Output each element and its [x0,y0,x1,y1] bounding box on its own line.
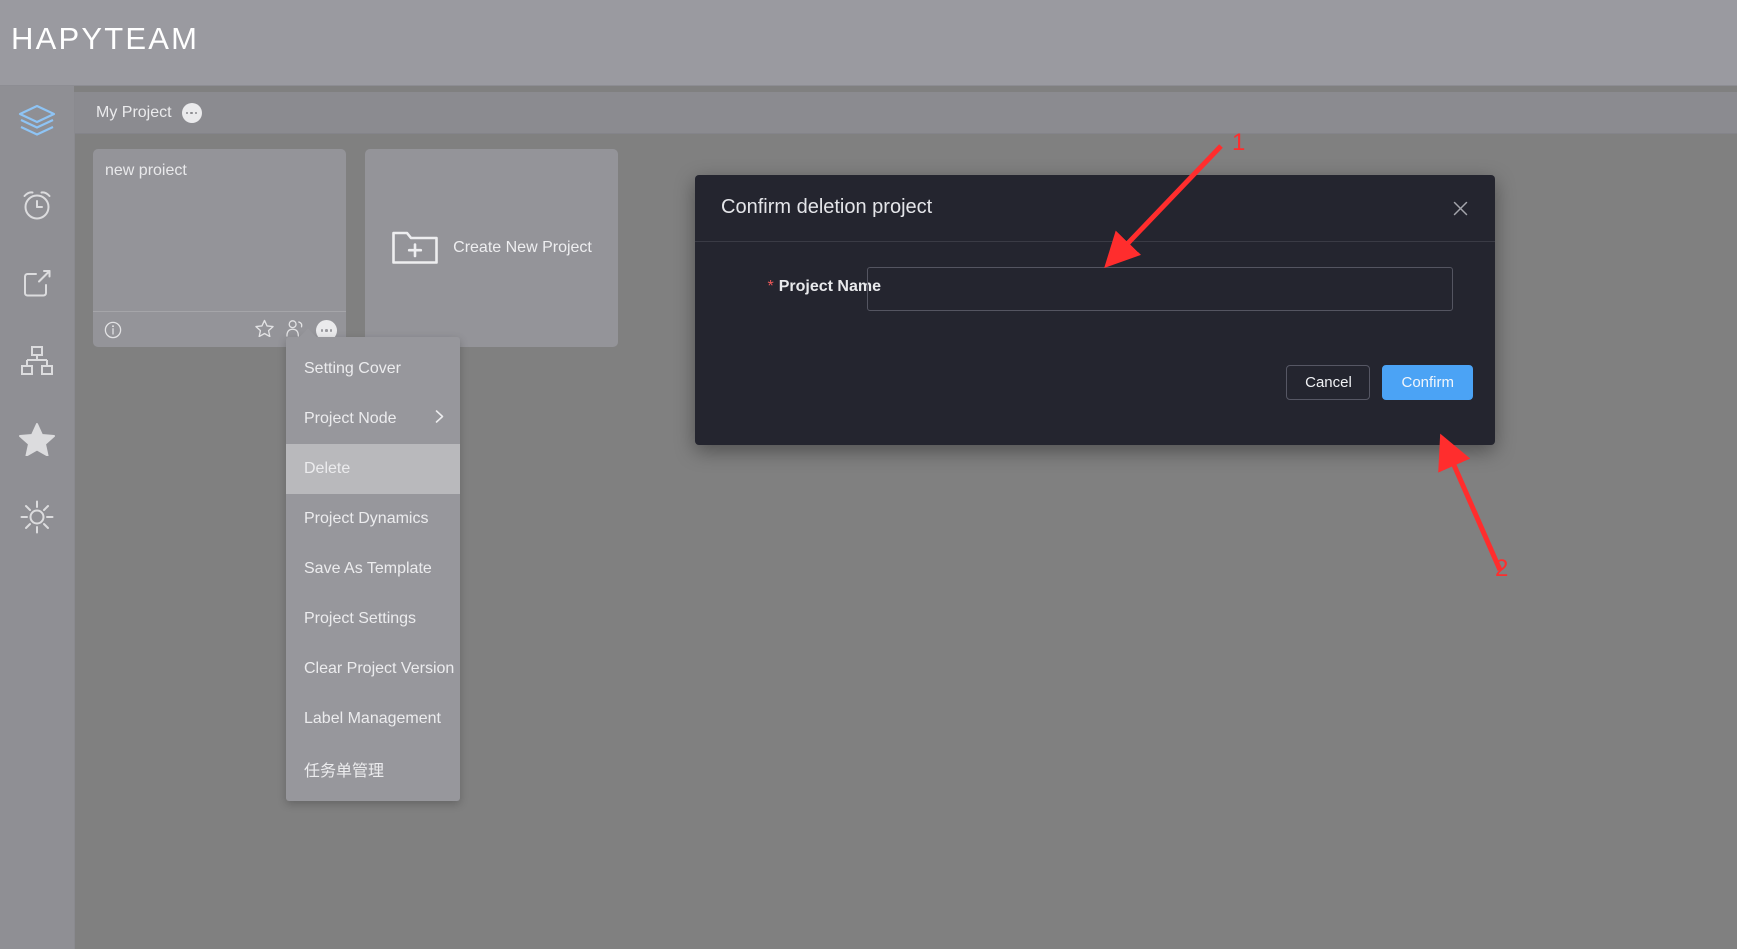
close-icon[interactable] [1447,195,1473,221]
sidebar-rail [0,86,74,949]
project-card-body: new proiect [93,149,346,311]
sidebar-item-share[interactable] [0,256,74,310]
context-menu-item-label: Delete [304,460,351,477]
new-folder-icon [391,225,439,272]
confirm-deletion-modal: Confirm deletion project * Project Name C… [695,175,1495,445]
project-name-input[interactable] [867,267,1453,311]
project-card[interactable]: new proiect [93,149,346,347]
brand-title: HAPYTEAM [11,21,200,56]
share-export-icon [20,266,54,300]
project-context-menu: Setting Cover Project Node Delete Projec… [286,328,460,801]
context-menu-item-label-management[interactable]: Label Management [286,694,460,744]
project-card-title: new proiect [105,162,187,179]
context-menu-item-label: Label Management [304,710,441,727]
info-icon[interactable] [104,321,122,344]
context-menu-item-label: Clear Project Version [304,660,455,677]
context-menu-item-label: Project Dynamics [304,510,429,527]
create-new-project-card[interactable]: Create New Project [365,149,618,347]
brand-bar: HAPYTEAM [0,0,1737,86]
sidebar-item-favorites[interactable] [0,412,74,466]
create-new-project-label: Create New Project [453,239,592,256]
cancel-button[interactable]: Cancel [1286,365,1371,400]
gear-icon [19,499,55,535]
context-menu-item-clear-project-version[interactable]: Clear Project Version [286,644,460,694]
star-icon[interactable] [255,319,274,342]
app-root: HAPYTEAM My Project new proiect Create N… [0,0,1737,949]
confirm-button[interactable]: Confirm [1382,365,1473,400]
modal-header: Confirm deletion project [695,175,1495,242]
context-menu-item-delete[interactable]: Delete [286,444,460,494]
star-icon [19,422,55,456]
modal-actions: Cancel Confirm [1286,365,1473,400]
context-menu-item-label: Setting Cover [304,360,401,377]
context-menu-item-label: Project Settings [304,610,417,627]
layers-icon [17,104,57,138]
sidebar-item-org-chart[interactable] [0,334,74,388]
required-asterisk: * [767,278,774,295]
modal-title: Confirm deletion project [721,196,933,218]
context-menu-item-project-node[interactable]: Project Node [286,394,460,444]
tab-strip: My Project [75,92,1737,134]
ellipsis-icon[interactable] [181,103,202,123]
context-menu-item-label: Project Node [304,410,397,427]
context-menu-item-project-dynamics[interactable]: Project Dynamics [286,494,460,544]
context-menu-item-task-order-management[interactable]: 任务单管理 [286,744,460,794]
org-chart-icon [20,345,54,377]
tab-my-project[interactable]: My Project [88,92,210,134]
sidebar-item-settings[interactable] [0,490,74,544]
chevron-right-icon [435,410,444,429]
sidebar-item-layers[interactable] [0,94,74,148]
context-menu-item-label: 任务单管理 [304,763,385,780]
context-menu-item-project-settings[interactable]: Project Settings [286,594,460,644]
project-name-label-text: Project Name [778,278,881,295]
project-name-form-row: * Project Name [695,267,1495,311]
alarm-clock-icon [19,187,55,223]
context-menu-item-label: Save As Template [304,560,432,577]
project-name-label: * Project Name [739,278,882,296]
tab-my-project-label: My Project [96,104,172,121]
context-menu-item-setting-cover[interactable]: Setting Cover [286,344,460,394]
context-menu-item-save-as-template[interactable]: Save As Template [286,544,460,594]
sidebar-item-alarm[interactable] [0,178,74,232]
